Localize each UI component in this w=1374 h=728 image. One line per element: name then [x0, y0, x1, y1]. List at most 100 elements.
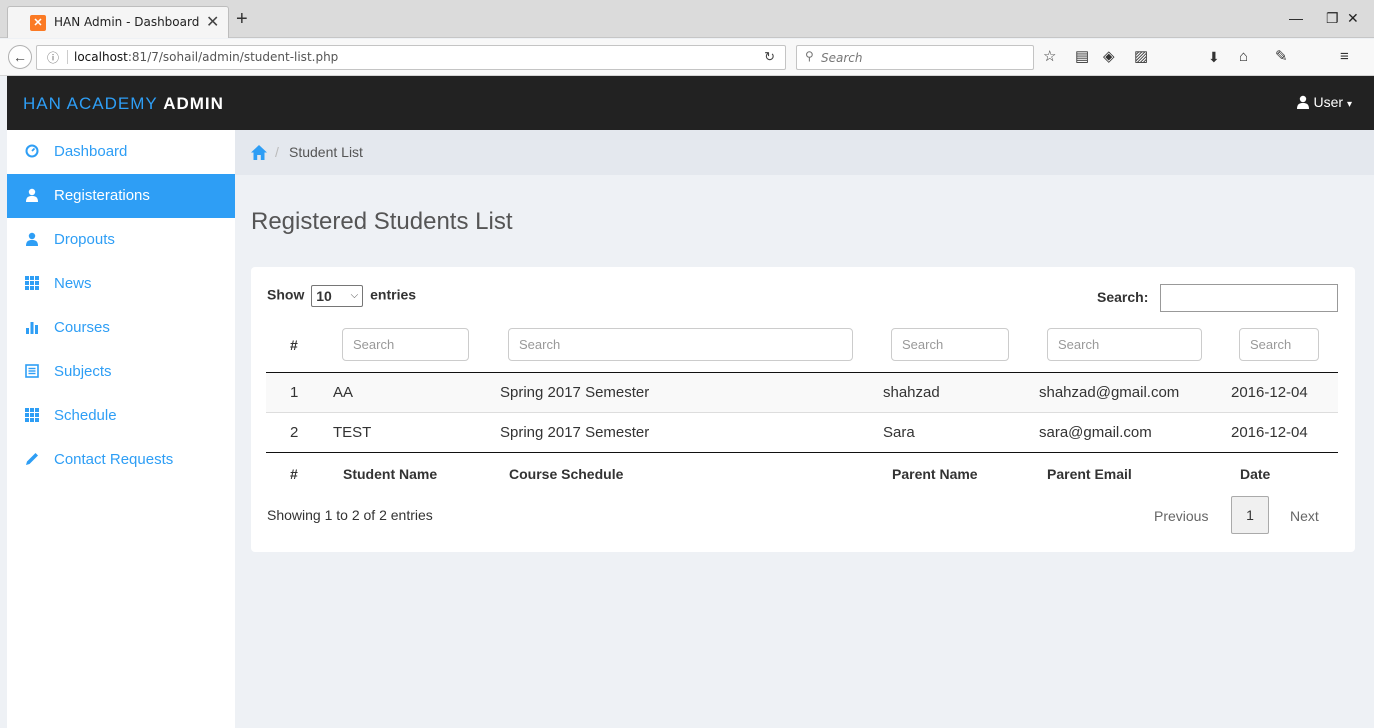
screenshot-icon[interactable]: ▨: [1134, 48, 1148, 66]
favicon-icon: ✕: [30, 15, 46, 31]
reload-icon[interactable]: ↻: [764, 49, 775, 65]
filter-course-schedule-input[interactable]: Search: [508, 328, 853, 361]
pagination-page-1[interactable]: 1: [1231, 496, 1269, 534]
new-tab-icon[interactable]: +: [236, 9, 248, 29]
sidebar-item-schedule[interactable]: Schedule: [7, 394, 235, 438]
column-header-date[interactable]: Date: [1240, 466, 1270, 482]
brand-admin-label: ADMIN: [163, 94, 224, 113]
sidebar-item-news[interactable]: News: [7, 262, 235, 306]
user-label: User: [1313, 94, 1344, 110]
list-icon: [25, 364, 39, 378]
download-icon[interactable]: ⬇: [1208, 48, 1220, 66]
dropper-icon[interactable]: ✎: [1275, 48, 1288, 66]
grid-icon: [25, 408, 39, 422]
browser-search-placeholder: Search: [821, 51, 863, 65]
url-text: localhost:81/7/sohail/admin/student-list…: [67, 50, 338, 64]
brand-logo[interactable]: HAN ACADEMY ADMIN: [23, 94, 224, 114]
table-footer-headers: # Student Name Course Schedule Parent Na…: [266, 453, 1338, 493]
chevron-down-icon: ⌵: [350, 290, 359, 301]
browser-tab[interactable]: ✕ HAN Admin - Dashboard ✕: [7, 6, 229, 38]
sidebar-item-label: Dropouts: [54, 231, 115, 248]
caret-down-icon: ▾: [1346, 99, 1352, 110]
browser-tab-bar: ✕ HAN Admin - Dashboard ✕ + — ❐ ✕: [0, 0, 1374, 38]
table-row[interactable]: 1 AA Spring 2017 Semester shahzad shahza…: [266, 373, 1338, 413]
column-header-parent-email[interactable]: Parent Email: [1047, 466, 1132, 482]
user-icon: [1296, 95, 1309, 109]
column-header-number[interactable]: #: [290, 466, 298, 482]
minimize-icon[interactable]: —: [1289, 10, 1303, 26]
breadcrumb-current: Student List: [289, 144, 363, 160]
window-close-icon[interactable]: ✕: [1347, 10, 1359, 27]
sidebar-item-dropouts[interactable]: Dropouts: [7, 218, 235, 262]
tab-close-icon[interactable]: ✕: [206, 12, 219, 32]
page-length-select[interactable]: 10 ⌵: [311, 285, 364, 307]
sidebar-item-label: Courses: [54, 319, 110, 336]
filter-date-input[interactable]: Search: [1239, 328, 1319, 361]
sidebar-item-label: Schedule: [54, 407, 117, 424]
sidebar-item-contact-requests[interactable]: Contact Requests: [7, 438, 235, 482]
browser-search-bar[interactable]: ⚲ Search: [796, 45, 1034, 70]
table-search-input[interactable]: [1160, 284, 1338, 312]
page-length-control: Show 10 ⌵ entries: [267, 285, 416, 307]
table-row[interactable]: 2 TEST Spring 2017 Semester Sara sara@gm…: [266, 413, 1338, 453]
user-icon: [26, 188, 38, 202]
home-browser-icon[interactable]: ⌂: [1239, 48, 1248, 66]
cell-course-schedule: Spring 2017 Semester: [500, 424, 650, 441]
cell-date: 2016-12-04: [1231, 424, 1308, 441]
page-title: Registered Students List: [251, 208, 513, 235]
back-arrow-icon[interactable]: ←: [8, 45, 32, 69]
show-label: Show: [267, 286, 305, 303]
url-bar[interactable]: ⓘ localhost:81/7/sohail/admin/student-li…: [36, 45, 786, 70]
sidebar-item-label: News: [54, 275, 92, 292]
search-icon: ⚲: [805, 49, 814, 63]
pencil-icon: [26, 453, 38, 465]
sidebar-item-label: Contact Requests: [54, 451, 174, 468]
dashboard-icon: [25, 144, 39, 158]
sidebar: Dashboard Registerations Dropouts News C…: [7, 130, 235, 728]
home-icon[interactable]: [251, 145, 267, 160]
reading-list-icon[interactable]: ▤: [1075, 48, 1089, 66]
filter-student-name-input[interactable]: Search: [342, 328, 469, 361]
filter-parent-email-input[interactable]: Search: [1047, 328, 1202, 361]
table-info: Showing 1 to 2 of 2 entries: [267, 507, 433, 523]
sidebar-item-label: Registerations: [54, 187, 150, 204]
sidebar-item-label: Subjects: [54, 363, 112, 380]
app-navbar: HAN ACADEMY ADMIN User ▾: [7, 76, 1374, 130]
bar-chart-icon: [26, 322, 38, 334]
user-dropdown[interactable]: User ▾: [1296, 94, 1352, 110]
page-length-value: 10: [316, 288, 332, 304]
user-icon: [26, 232, 38, 246]
cell-date: 2016-12-04: [1231, 384, 1308, 401]
breadcrumb: / Student List: [235, 130, 1374, 175]
entries-label: entries: [370, 286, 417, 303]
info-icon[interactable]: ⓘ: [47, 49, 59, 66]
sidebar-item-courses[interactable]: Courses: [7, 306, 235, 350]
students-table-card: Show 10 ⌵ entries Search: # Search Search…: [251, 267, 1355, 552]
bookmark-star-icon[interactable]: ☆: [1043, 48, 1056, 66]
column-header-parent-name[interactable]: Parent Name: [892, 466, 978, 482]
cell-parent-name: Sara: [883, 424, 915, 441]
sidebar-item-registerations[interactable]: Registerations: [7, 174, 235, 218]
column-header-student-name[interactable]: Student Name: [343, 466, 437, 482]
filter-parent-name-input[interactable]: Search: [891, 328, 1009, 361]
browser-toolbar: ← ⓘ localhost:81/7/sohail/admin/student-…: [0, 39, 1374, 76]
sidebar-item-subjects[interactable]: Subjects: [7, 350, 235, 394]
breadcrumb-separator: /: [275, 144, 279, 160]
grid-icon: [25, 276, 39, 290]
restore-icon[interactable]: ❐: [1326, 10, 1339, 27]
cell-course-schedule: Spring 2017 Semester: [500, 384, 650, 401]
pagination-previous[interactable]: Previous: [1154, 508, 1208, 524]
cell-number: 1: [290, 384, 299, 401]
column-header-course-schedule[interactable]: Course Schedule: [509, 466, 623, 482]
brand-name: HAN ACADEMY: [23, 94, 158, 113]
cell-parent-email: sara@gmail.com: [1039, 424, 1152, 441]
hamburger-menu-icon[interactable]: ≡: [1340, 48, 1349, 66]
pagination-next[interactable]: Next: [1290, 508, 1319, 524]
cell-student-name: TEST: [333, 424, 372, 441]
column-header-number: #: [290, 337, 298, 353]
pocket-icon[interactable]: ◈: [1103, 48, 1115, 66]
cell-parent-name: shahzad: [883, 384, 940, 401]
sidebar-item-dashboard[interactable]: Dashboard: [7, 130, 235, 174]
cell-parent-email: shahzad@gmail.com: [1039, 384, 1180, 401]
cell-number: 2: [290, 424, 299, 441]
